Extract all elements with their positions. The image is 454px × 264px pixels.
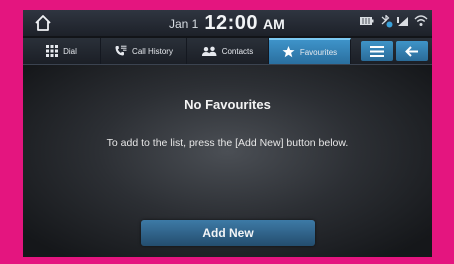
head-unit-screen: Jan 1 12:00 AM Dial Call History Contact…	[23, 10, 432, 257]
contacts-icon	[201, 46, 217, 56]
clock: Jan 1 12:00 AM	[169, 12, 329, 34]
tab-contacts[interactable]: Contacts	[187, 38, 269, 64]
tab-call-history-label: Call History	[132, 46, 173, 56]
ampm-text: AM	[263, 16, 285, 32]
battery-icon	[360, 17, 374, 25]
home-icon	[35, 15, 51, 31]
back-button[interactable]	[396, 41, 428, 61]
tab-call-history[interactable]: Call History	[101, 38, 187, 64]
phone-tab-bar: Dial Call History Contacts Favourites	[23, 38, 432, 65]
star-icon	[282, 46, 295, 58]
tab-dial[interactable]: Dial	[23, 38, 101, 64]
empty-state-message: To add to the list, press the [Add New] …	[106, 137, 349, 149]
tab-favourites-label: Favourites	[299, 47, 338, 57]
favourites-panel: No Favourites To add to the list, press …	[23, 65, 432, 257]
signal-icon	[397, 17, 408, 26]
call-history-icon	[115, 45, 127, 56]
add-new-button[interactable]: Add New	[141, 220, 315, 246]
tab-dial-label: Dial	[63, 46, 77, 56]
menu-icon	[370, 45, 384, 57]
tab-contacts-label: Contacts	[221, 46, 254, 56]
status-bar: Jan 1 12:00 AM	[23, 10, 432, 36]
tab-favourites[interactable]: Favourites	[269, 38, 351, 64]
menu-button[interactable]	[361, 41, 393, 61]
wifi-icon	[414, 15, 428, 26]
empty-state-title: No Favourites	[184, 97, 271, 112]
time-text: 12:00	[204, 12, 259, 34]
date-text: Jan 1	[169, 17, 199, 31]
keypad-icon	[46, 45, 59, 57]
back-arrow-icon	[405, 45, 418, 57]
home-button[interactable]	[33, 13, 53, 33]
bluetooth-phone-icon	[381, 15, 393, 28]
